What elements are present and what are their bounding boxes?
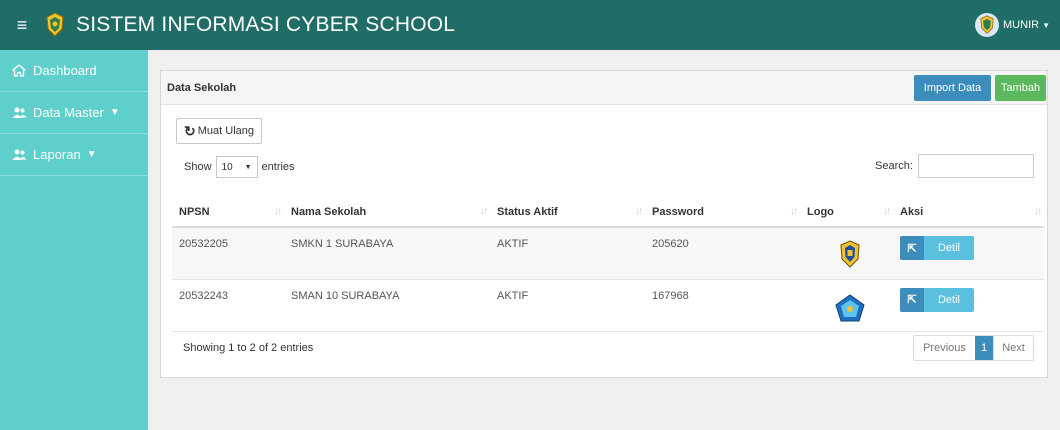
users-icon: [12, 107, 28, 119]
edit-icon: ⇱: [900, 236, 924, 260]
add-button[interactable]: Tambah: [995, 75, 1046, 101]
user-menu[interactable]: MUNIR ▼: [975, 13, 1050, 37]
search-control: Search:: [875, 154, 1034, 178]
entries-label: entries: [261, 161, 295, 173]
search-input[interactable]: [917, 154, 1034, 178]
cell-logo: [800, 279, 893, 332]
sort-icon: ↓↑: [883, 206, 891, 217]
cell-npsn: 20532205: [172, 227, 284, 280]
entries-value: 10: [221, 161, 233, 173]
topbar: ≡ SISTEM INFORMASI CYBER SCHOOL MUNIR ▼: [0, 0, 1060, 50]
cell-password: 167968: [645, 279, 800, 332]
schools-table: NPSN ↓↑ Nama Sekolah ↓↑ Status Aktif ↓↑ Pas…: [172, 197, 1044, 332]
home-icon: [12, 64, 28, 77]
sort-asc-icon: ↓↑: [274, 206, 282, 217]
table-row: 20532243 SMAN 10 SURABAYA AKTIF 167968 ⇱…: [172, 279, 1044, 332]
column-header-status[interactable]: Status Aktif ↓↑: [490, 197, 645, 228]
main-content: Data Sekolah Import Data Tambah ↻ Muat U…: [148, 50, 1060, 430]
cell-nama: SMAN 10 SURABAYA: [284, 279, 490, 332]
import-data-button[interactable]: Import Data: [914, 75, 991, 101]
refresh-icon: ↻: [184, 122, 196, 139]
sidebar-item-data-master[interactable]: Data Master ▼: [0, 92, 148, 134]
pagination: Previous 1 Next: [913, 335, 1034, 361]
column-header-logo[interactable]: Logo ↓↑: [800, 197, 893, 228]
table-info: Showing 1 to 2 of 2 entries: [183, 342, 314, 354]
sidebar-item-laporan[interactable]: Laporan ▼: [0, 134, 148, 176]
reload-label: Muat Ulang: [197, 125, 254, 137]
cell-aksi: ⇱ Detil: [893, 279, 1044, 332]
sort-icon: ↓↑: [635, 206, 643, 217]
shield-logo-icon: [840, 240, 860, 268]
caret-down-icon: ▼: [86, 149, 97, 160]
sidebar-item-label: Laporan: [33, 147, 81, 162]
user-name: MUNIR: [1003, 19, 1040, 31]
detail-button[interactable]: ⇱ Detil: [900, 236, 974, 260]
sidebar: Dashboard Data Master ▼ Laporan ▼: [0, 50, 148, 430]
search-label: Search:: [875, 160, 913, 172]
next-page-button[interactable]: Next: [993, 336, 1033, 360]
cell-logo: [800, 227, 893, 280]
sidebar-item-dashboard[interactable]: Dashboard: [0, 50, 148, 92]
page-1-button[interactable]: 1: [975, 336, 993, 360]
sidebar-item-label: Data Master: [33, 105, 104, 120]
sort-icon: ↓↑: [1034, 206, 1042, 217]
pentagon-logo-icon: [835, 293, 865, 321]
column-header-nama[interactable]: Nama Sekolah ↓↑: [284, 197, 490, 228]
user-avatar: [975, 13, 1000, 37]
panel-header: Data Sekolah Import Data Tambah: [161, 71, 1047, 105]
table-header-row: NPSN ↓↑ Nama Sekolah ↓↑ Status Aktif ↓↑ Pas…: [172, 197, 1044, 228]
column-header-password[interactable]: Password ↓↑: [645, 197, 800, 228]
cell-status: AKTIF: [490, 227, 645, 280]
show-label: Show: [184, 161, 212, 173]
cell-nama: SMKN 1 SURABAYA: [284, 227, 490, 280]
data-sekolah-panel: Data Sekolah Import Data Tambah ↻ Muat U…: [160, 70, 1048, 378]
panel-title: Data Sekolah: [167, 81, 237, 94]
detail-label: Detil: [924, 236, 974, 260]
column-header-npsn[interactable]: NPSN ↓↑: [172, 197, 284, 228]
edit-icon: ⇱: [900, 287, 924, 312]
cell-npsn: 20532243: [172, 279, 284, 332]
reload-button[interactable]: ↻ Muat Ulang: [176, 118, 262, 144]
caret-down-icon: ▼: [109, 107, 120, 118]
detail-label: Detil: [924, 287, 974, 312]
app-title: SISTEM INFORMASI CYBER SCHOOL: [76, 13, 456, 36]
sort-icon: ↓↑: [480, 206, 488, 217]
app-logo-icon: [42, 10, 68, 40]
sidebar-item-label: Dashboard: [33, 63, 97, 78]
users-icon: [12, 149, 28, 161]
cell-status: AKTIF: [490, 279, 645, 332]
column-header-aksi[interactable]: Aksi ↓↑: [893, 197, 1044, 228]
entries-select[interactable]: 10 ▼: [215, 156, 258, 178]
sort-icon: ↓↑: [790, 206, 798, 217]
table-row: 20532205 SMKN 1 SURABAYA AKTIF 205620 ⇱: [172, 227, 1044, 280]
chevron-down-icon: ▼: [244, 163, 252, 171]
cell-aksi: ⇱ Detil: [893, 227, 1044, 280]
menu-toggle-icon[interactable]: ≡: [10, 15, 34, 36]
detail-button[interactable]: ⇱ Detil: [900, 287, 974, 312]
cell-password: 205620: [645, 227, 800, 280]
previous-page-button[interactable]: Previous: [914, 336, 975, 360]
entries-length-control: Show 10 ▼ entries: [184, 156, 295, 178]
caret-down-icon: ▼: [1042, 20, 1050, 30]
